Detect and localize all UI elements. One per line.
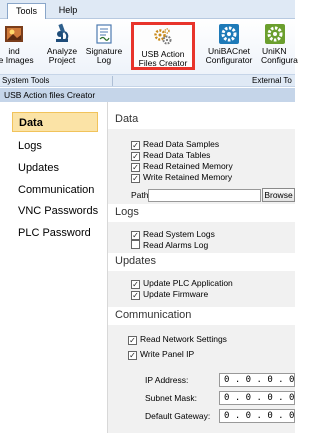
- browse-button[interactable]: Browse: [262, 188, 295, 202]
- ip-address-label: IP Address:: [145, 375, 189, 385]
- checkbox-box[interactable]: ✓: [131, 141, 140, 150]
- read-data-tables-checkbox[interactable]: ✓ Read Data Tables: [131, 150, 210, 161]
- nav-item-data[interactable]: Data: [12, 112, 98, 132]
- analyze-project-button[interactable]: Analyze Project: [44, 23, 80, 73]
- checkbox-box[interactable]: ✓: [131, 231, 140, 240]
- group-divider: [112, 76, 113, 86]
- checkbox-box[interactable]: ✓: [131, 163, 140, 172]
- unibacnet-configurator-button[interactable]: UniBACnet Configurator: [204, 23, 254, 73]
- subnet-mask-label: Subnet Mask:: [145, 393, 197, 403]
- ip-address-input[interactable]: 0 . 0 . 0 . 0: [219, 373, 295, 387]
- write-panel-ip-checkbox[interactable]: ✓ Write Panel IP: [128, 349, 194, 360]
- window-title: USB Action files Creator: [0, 88, 295, 102]
- updates-panel: ✓ Update PLC Application ✓ Update Firmware: [108, 271, 295, 307]
- nav-item-vnc-passwords[interactable]: VNC Passwords: [18, 201, 98, 221]
- uni-knx-icon: [265, 24, 285, 44]
- section-heading-communication: Communication: [108, 307, 295, 323]
- nav-item-plc-password[interactable]: PLC Password: [18, 223, 91, 243]
- tab-help[interactable]: Help: [52, 3, 84, 19]
- ribbon: ind ze Images Analyze Project Signature …: [0, 19, 298, 74]
- section-heading-updates: Updates: [108, 253, 295, 269]
- ribbon-tab-bar: Tools Help: [0, 0, 295, 19]
- data-panel: ✓ Read Data Samples ✓ Read Data Tables ✓ Re…: [108, 129, 295, 204]
- tab-tools[interactable]: Tools: [7, 3, 46, 19]
- group-system-tools: System Tools: [2, 76, 50, 85]
- image-icon: [5, 26, 23, 42]
- nav-item-logs[interactable]: Logs: [18, 136, 42, 156]
- read-alarms-log-checkbox[interactable]: Read Alarms Log: [131, 240, 208, 251]
- gears-icon: [154, 28, 172, 45]
- logs-panel: ✓ Read System Logs Read Alarms Log: [108, 222, 295, 254]
- read-system-logs-checkbox[interactable]: ✓ Read System Logs: [131, 229, 215, 240]
- nav-item-updates[interactable]: Updates: [18, 158, 59, 178]
- uni-bacnet-icon: [219, 24, 239, 44]
- update-firmware-checkbox[interactable]: ✓ Update Firmware: [131, 289, 208, 300]
- section-heading-logs: Logs: [108, 204, 295, 220]
- communication-panel: ✓ Read Network Settings ✓ Write Panel IP I…: [108, 325, 295, 433]
- checkbox-box[interactable]: ✓: [131, 291, 140, 300]
- checkbox-box[interactable]: [131, 240, 140, 249]
- analyze-images-button[interactable]: ind ze Images: [0, 23, 34, 73]
- section-nav: Data Logs Updates Communication VNC Pass…: [0, 102, 108, 433]
- content-panel: Data ✓ Read Data Samples ✓ Read Data Table…: [108, 102, 295, 433]
- default-gateway-input[interactable]: 0 . 0 . 0 . 0: [219, 409, 295, 423]
- document-icon: [96, 24, 112, 44]
- checkbox-box[interactable]: ✓: [131, 174, 140, 183]
- checkbox-box[interactable]: ✓: [128, 336, 137, 345]
- ribbon-group-bar: System Tools External To: [0, 74, 295, 87]
- update-plc-application-checkbox[interactable]: ✓ Update PLC Application: [131, 278, 233, 289]
- read-data-samples-checkbox[interactable]: ✓ Read Data Samples: [131, 139, 219, 150]
- read-network-settings-checkbox[interactable]: ✓ Read Network Settings: [128, 334, 227, 345]
- uniknx-configurator-button[interactable]: UniKN Configura: [258, 23, 298, 73]
- checkbox-box[interactable]: ✓: [131, 280, 140, 289]
- path-input[interactable]: [148, 189, 261, 202]
- nav-item-communication[interactable]: Communication: [18, 180, 94, 200]
- usb-action-files-creator-button[interactable]: USB Action Files Creator: [131, 22, 195, 70]
- default-gateway-label: Default Gateway:: [145, 411, 211, 421]
- group-external-tools: External To: [252, 76, 292, 85]
- signature-log-button[interactable]: Signature Log: [84, 23, 124, 73]
- write-retained-memory-checkbox[interactable]: ✓ Write Retained Memory: [131, 172, 232, 183]
- checkbox-box[interactable]: ✓: [131, 152, 140, 161]
- checkbox-box[interactable]: ✓: [128, 351, 137, 360]
- read-retained-memory-checkbox[interactable]: ✓ Read Retained Memory: [131, 161, 233, 172]
- subnet-mask-input[interactable]: 0 . 0 . 0 . 0: [219, 391, 295, 405]
- section-heading-data: Data: [108, 111, 295, 127]
- microscope-icon: [56, 23, 69, 42]
